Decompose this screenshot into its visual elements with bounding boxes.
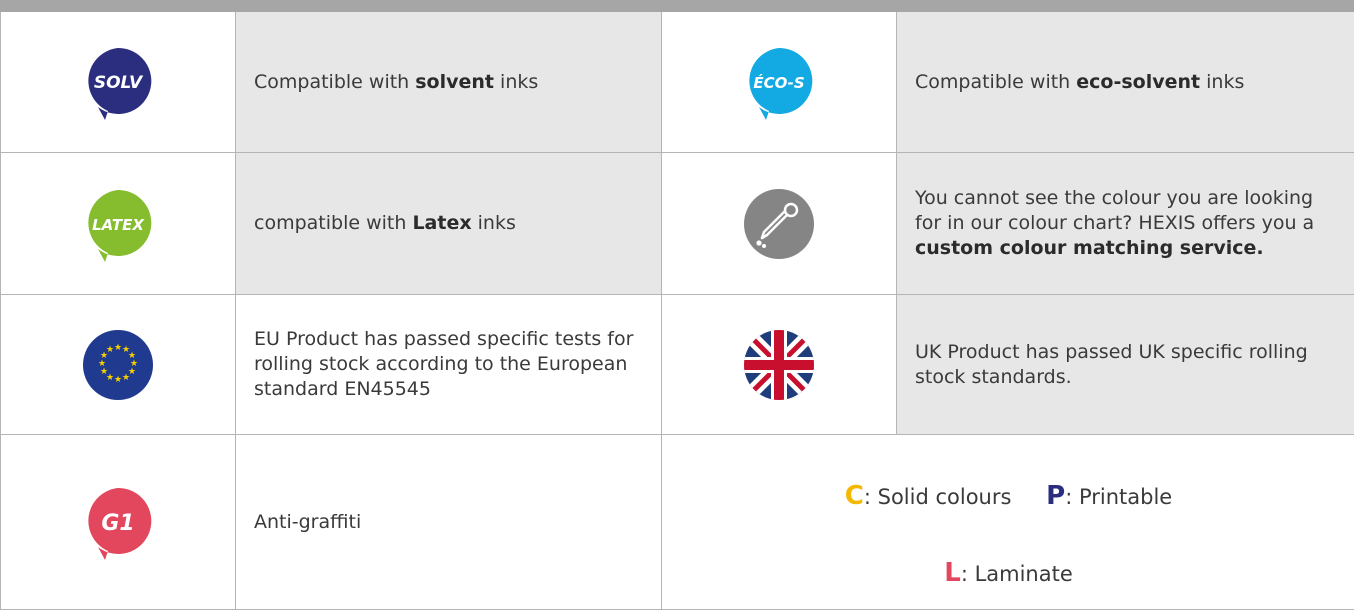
solvent-prefix: Compatible with: [254, 70, 416, 93]
header-bar: [0, 0, 1354, 12]
g1-badge-label: G1: [101, 511, 134, 536]
eu-flag-cell: ★ ★ ★ ★ ★ ★ ★ ★ ★ ★ ★ ★: [1, 295, 236, 435]
svg-text:★: ★: [122, 373, 130, 383]
solvent-description: Compatible with solvent inks: [236, 12, 662, 153]
latex-suffix: inks: [471, 212, 516, 234]
solvent-badge-icon: SOLV: [88, 47, 152, 120]
custom-colour-bold: custom colour matching service.: [915, 237, 1264, 259]
uk-description: UK Product has passed UK specific rollin…: [897, 295, 1354, 435]
latex-badge-cell: LATEX: [1, 153, 236, 295]
legend-text-l: : Laminate: [960, 562, 1073, 586]
g1-badge-cell: G1: [1, 435, 236, 610]
legend-letter-c: C: [844, 481, 864, 511]
latex-badge-label: LATEX: [92, 216, 145, 234]
pipette-cell: [662, 153, 897, 295]
anti-graffiti-description: Anti-graffiti: [236, 435, 662, 610]
legend-item-printable: P: Printable: [1046, 481, 1172, 511]
legend-letter-l: L: [944, 558, 961, 588]
svg-text:★: ★: [114, 375, 122, 385]
legend-table: SOLV Compatible with solvent inks ÉCO-S …: [0, 12, 1354, 610]
legend-letter-p: P: [1046, 481, 1066, 511]
pipette-icon: [744, 188, 814, 259]
eco-badge-cell: ÉCO-S: [662, 12, 897, 153]
legend-item-laminate: L: Laminate: [944, 558, 1073, 588]
legend-row: L: Laminate: [662, 558, 1354, 588]
custom-colour-description: You cannot see the colour you are lookin…: [897, 153, 1354, 295]
product-type-legend: C: Solid colours P: Printable L: Laminat…: [662, 435, 1354, 610]
eco-badge-label: ÉCO-S: [753, 73, 804, 92]
legend-row: C: Solid colours P: Printable: [662, 481, 1354, 511]
uk-text: UK Product has passed UK specific rollin…: [915, 340, 1308, 388]
latex-prefix: compatible with: [254, 212, 413, 234]
legend-text-p: : Printable: [1065, 485, 1173, 509]
latex-badge-icon: LATEX: [88, 189, 152, 262]
latex-description: compatible with Latex inks: [236, 153, 662, 295]
legend-text-c: : Solid colours: [863, 485, 1012, 509]
custom-colour-prefix: You cannot see the colour you are lookin…: [915, 187, 1315, 234]
uk-flag-cell: [662, 295, 897, 435]
svg-text:★: ★: [106, 345, 114, 355]
eco-solvent-badge-icon: ÉCO-S: [749, 47, 813, 120]
uk-flag-icon: [744, 329, 814, 400]
solvent-suffix: inks: [494, 70, 539, 93]
svg-text:★: ★: [114, 343, 122, 353]
eco-solvent-description: Compatible with eco-solvent inks: [897, 12, 1354, 153]
anti-graffiti-badge-icon: G1: [88, 487, 152, 560]
solvent-bold: solvent: [415, 70, 495, 93]
eco-bold: eco-solvent: [1076, 70, 1201, 93]
latex-bold: Latex: [412, 212, 472, 234]
eu-flag-icon: ★ ★ ★ ★ ★ ★ ★ ★ ★ ★ ★ ★: [83, 329, 153, 400]
eco-prefix: Compatible with: [915, 70, 1077, 93]
legend-item-solid: C: Solid colours: [845, 481, 1012, 511]
solv-badge-label: SOLV: [94, 73, 144, 93]
eco-suffix: inks: [1200, 70, 1245, 93]
solv-badge-cell: SOLV: [1, 12, 236, 153]
eu-description: EU Product has passed specific tests for…: [236, 295, 662, 435]
eu-text: EU Product has passed specific tests for…: [254, 328, 634, 400]
anti-graffiti-text: Anti-graffiti: [254, 510, 362, 533]
